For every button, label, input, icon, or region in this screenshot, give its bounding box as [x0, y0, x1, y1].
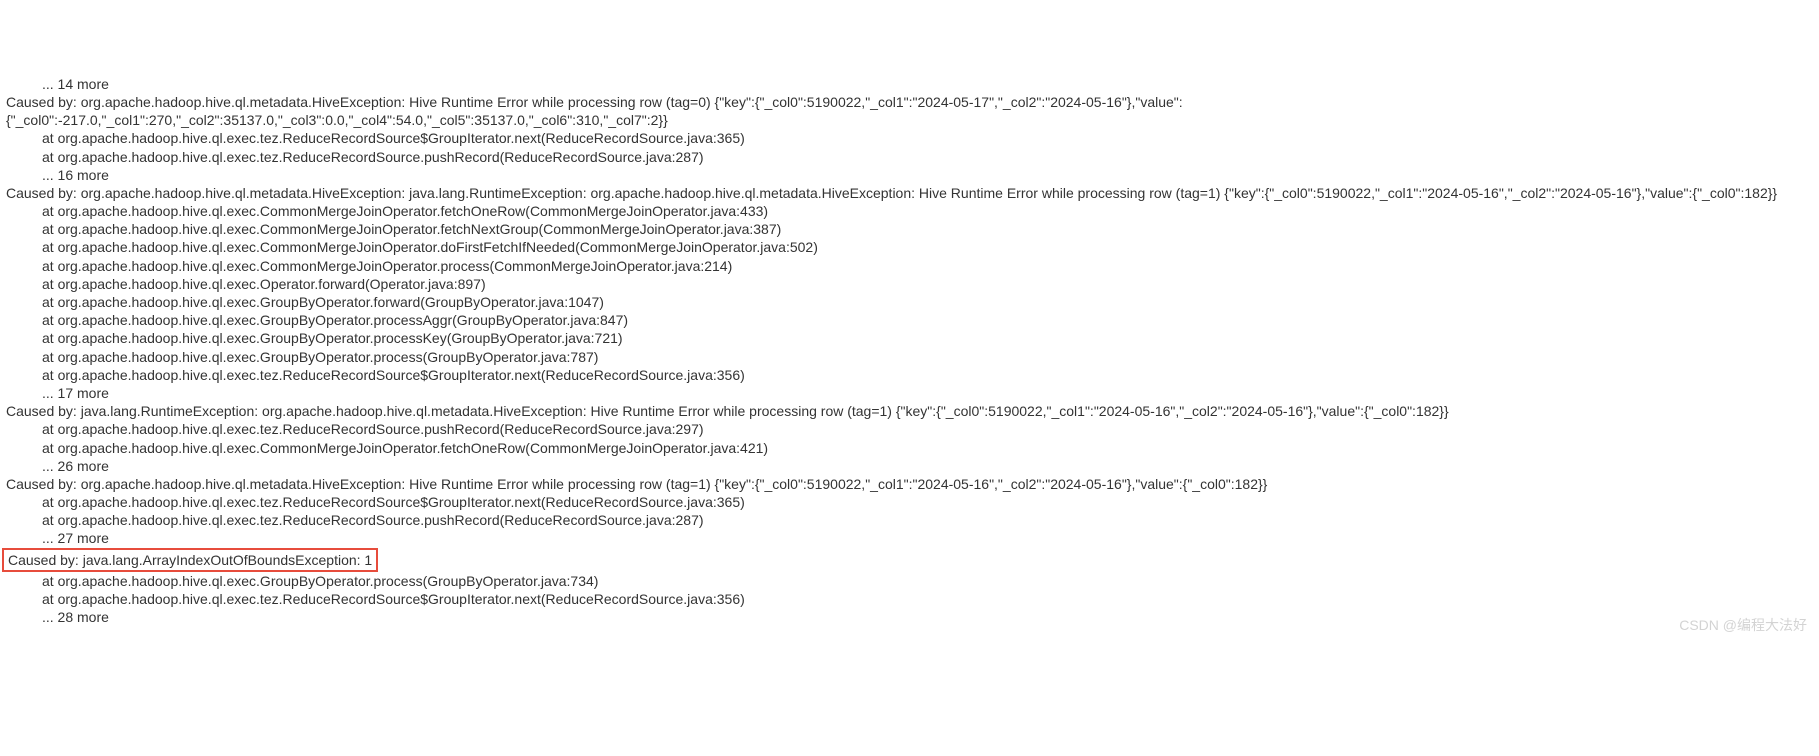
log-text: ... 26 more	[42, 458, 109, 474]
log-line: at org.apache.hadoop.hive.ql.exec.tez.Re…	[6, 366, 1813, 384]
log-line: Caused by: java.lang.ArrayIndexOutOfBoun…	[6, 548, 1813, 572]
log-text: at org.apache.hadoop.hive.ql.exec.GroupB…	[42, 573, 598, 589]
log-line: at org.apache.hadoop.hive.ql.exec.Common…	[6, 257, 1813, 275]
log-text: ... 16 more	[42, 167, 109, 183]
log-text: at org.apache.hadoop.hive.ql.exec.Common…	[42, 258, 732, 274]
log-line: at org.apache.hadoop.hive.ql.exec.tez.Re…	[6, 129, 1813, 147]
stack-trace-log: ... 14 more Caused by: org.apache.hadoop.…	[6, 75, 1813, 627]
log-text: at org.apache.hadoop.hive.ql.exec.Common…	[42, 203, 768, 219]
log-line: ... 14 more	[6, 75, 1813, 93]
log-text: Caused by: org.apache.hadoop.hive.ql.met…	[6, 476, 1267, 492]
log-text: ... 28 more	[42, 609, 109, 625]
highlighted-exception: Caused by: java.lang.ArrayIndexOutOfBoun…	[2, 548, 378, 572]
log-line: ... 26 more	[6, 457, 1813, 475]
log-text: at org.apache.hadoop.hive.ql.exec.Common…	[42, 440, 768, 456]
log-line: at org.apache.hadoop.hive.ql.exec.GroupB…	[6, 572, 1813, 590]
log-text: at org.apache.hadoop.hive.ql.exec.tez.Re…	[42, 130, 745, 146]
log-text: Caused by: org.apache.hadoop.hive.ql.met…	[6, 185, 1777, 201]
log-line: at org.apache.hadoop.hive.ql.exec.tez.Re…	[6, 420, 1813, 438]
log-line: at org.apache.hadoop.hive.ql.exec.tez.Re…	[6, 590, 1813, 608]
log-line: Caused by: java.lang.RuntimeException: o…	[6, 402, 1813, 420]
log-text: at org.apache.hadoop.hive.ql.exec.Operat…	[42, 276, 486, 292]
log-text: Caused by: org.apache.hadoop.hive.ql.met…	[6, 94, 1183, 128]
log-text: at org.apache.hadoop.hive.ql.exec.GroupB…	[42, 294, 604, 310]
log-line: ... 17 more	[6, 384, 1813, 402]
log-text: at org.apache.hadoop.hive.ql.exec.tez.Re…	[42, 149, 704, 165]
log-line: at org.apache.hadoop.hive.ql.exec.GroupB…	[6, 293, 1813, 311]
log-text: at org.apache.hadoop.hive.ql.exec.GroupB…	[42, 349, 598, 365]
log-line: at org.apache.hadoop.hive.ql.exec.tez.Re…	[6, 511, 1813, 529]
log-text: at org.apache.hadoop.hive.ql.exec.Common…	[42, 239, 818, 255]
log-text: ... 14 more	[42, 76, 109, 92]
log-line: at org.apache.hadoop.hive.ql.exec.Common…	[6, 202, 1813, 220]
log-text: ... 27 more	[42, 530, 109, 546]
log-line: Caused by: org.apache.hadoop.hive.ql.met…	[6, 93, 1813, 129]
log-line: at org.apache.hadoop.hive.ql.exec.Common…	[6, 220, 1813, 238]
log-line: ... 16 more	[6, 166, 1813, 184]
log-text: at org.apache.hadoop.hive.ql.exec.tez.Re…	[42, 591, 745, 607]
log-line: at org.apache.hadoop.hive.ql.exec.GroupB…	[6, 348, 1813, 366]
log-text: at org.apache.hadoop.hive.ql.exec.tez.Re…	[42, 367, 745, 383]
log-line: Caused by: org.apache.hadoop.hive.ql.met…	[6, 475, 1813, 493]
log-line: at org.apache.hadoop.hive.ql.exec.Common…	[6, 238, 1813, 256]
log-text: at org.apache.hadoop.hive.ql.exec.GroupB…	[42, 312, 628, 328]
log-text: Caused by: java.lang.RuntimeException: o…	[6, 403, 1449, 419]
log-line: at org.apache.hadoop.hive.ql.exec.tez.Re…	[6, 148, 1813, 166]
log-text: at org.apache.hadoop.hive.ql.exec.tez.Re…	[42, 421, 704, 437]
log-line: ... 28 more	[6, 608, 1813, 626]
log-line: Caused by: org.apache.hadoop.hive.ql.met…	[6, 184, 1813, 202]
log-line: at org.apache.hadoop.hive.ql.exec.tez.Re…	[6, 493, 1813, 511]
log-line: at org.apache.hadoop.hive.ql.exec.GroupB…	[6, 329, 1813, 347]
log-text: ... 17 more	[42, 385, 109, 401]
log-line: at org.apache.hadoop.hive.ql.exec.Common…	[6, 439, 1813, 457]
log-line: at org.apache.hadoop.hive.ql.exec.GroupB…	[6, 311, 1813, 329]
log-line: ... 27 more	[6, 529, 1813, 547]
log-line: at org.apache.hadoop.hive.ql.exec.Operat…	[6, 275, 1813, 293]
log-text: at org.apache.hadoop.hive.ql.exec.tez.Re…	[42, 494, 745, 510]
log-text: at org.apache.hadoop.hive.ql.exec.GroupB…	[42, 330, 623, 346]
log-text: at org.apache.hadoop.hive.ql.exec.Common…	[42, 221, 781, 237]
log-text: at org.apache.hadoop.hive.ql.exec.tez.Re…	[42, 512, 704, 528]
